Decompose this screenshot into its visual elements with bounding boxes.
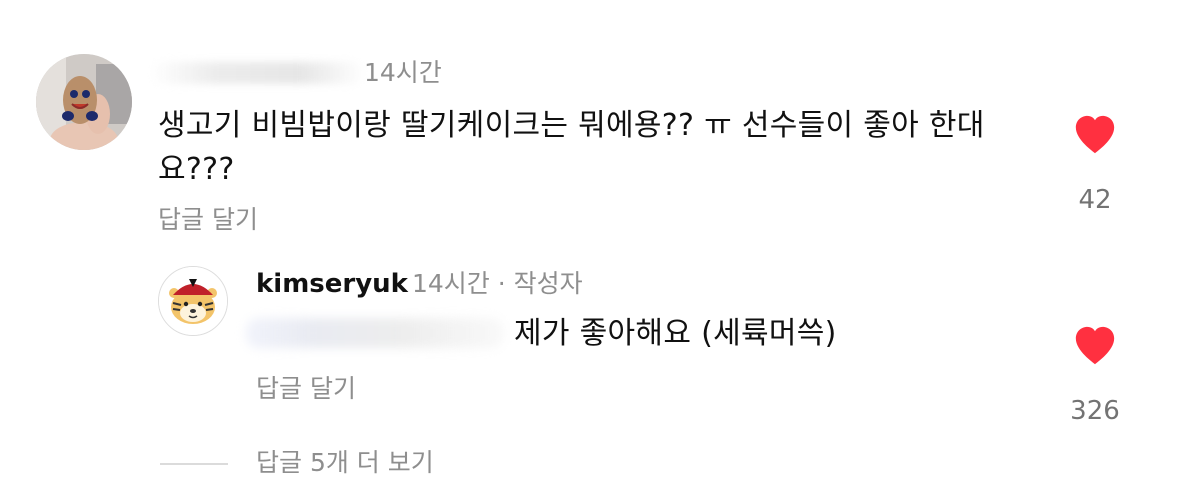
person-holding-figurine-avatar (36, 54, 132, 150)
reply-username[interactable]: kimseryuk (256, 268, 408, 300)
like-count[interactable]: 326 (1045, 395, 1145, 427)
reply-button[interactable]: 답글 달기 (158, 203, 258, 237)
like-button[interactable] (1072, 112, 1118, 158)
reply-meta: 14시간 · 작성자 (412, 269, 583, 298)
comment-text: 생고기 비빔밥이랑 딸기케이크는 뭐에용?? ㅠ 선수들이 좋아 한대요??? (158, 108, 985, 187)
comment-timestamp: 14시간 (364, 58, 442, 87)
tiger-mascot-avatar (159, 267, 227, 335)
reply-button[interactable]: 답글 달기 (256, 372, 356, 406)
divider (160, 463, 228, 465)
view-more-replies-button[interactable]: 답글 5개 더 보기 (256, 447, 434, 479)
avatar[interactable] (36, 54, 132, 150)
reply-text: 제가 좋아해요 (세륙머쓱) (514, 316, 837, 351)
username-redacted[interactable] (150, 62, 365, 84)
avatar[interactable] (158, 266, 228, 336)
like-count[interactable]: 42 (1045, 184, 1145, 216)
like-button[interactable] (1072, 323, 1118, 369)
mention-redacted[interactable] (246, 318, 504, 348)
heart-filled-icon (1075, 115, 1115, 154)
heart-filled-icon (1075, 326, 1115, 365)
